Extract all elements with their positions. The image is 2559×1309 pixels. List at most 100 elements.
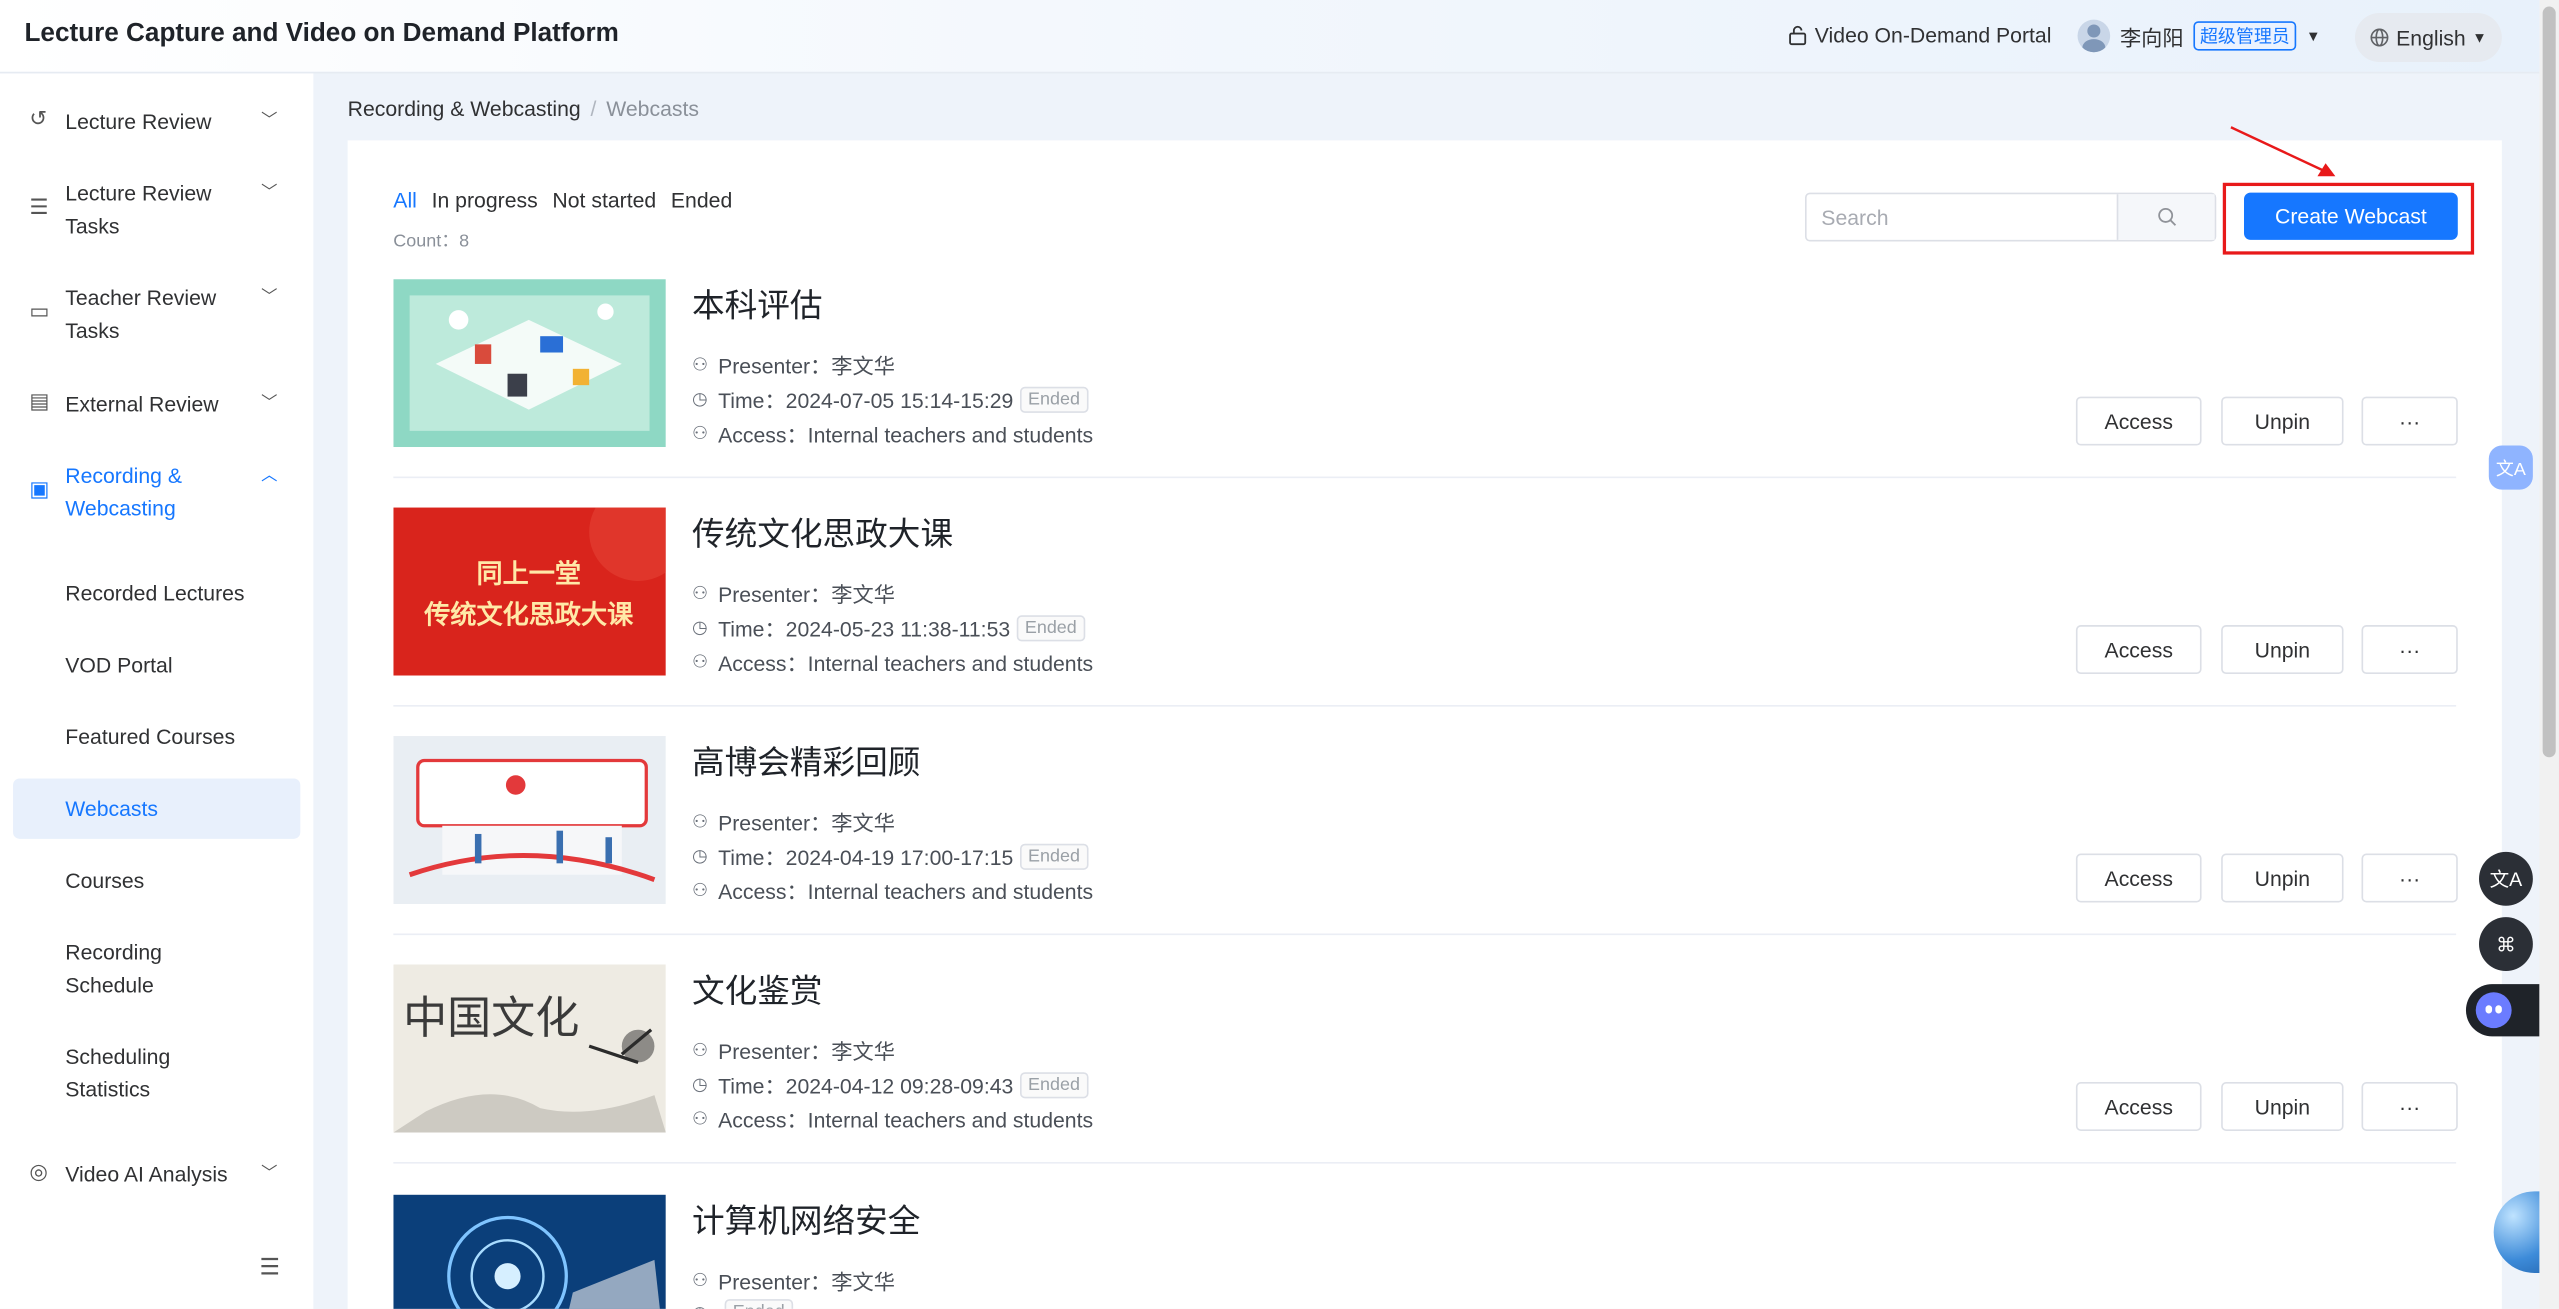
user-icon: ⚇ bbox=[691, 881, 709, 901]
camera-icon: ▣ bbox=[29, 476, 50, 502]
sidebar-item-external-review[interactable]: ▤ External Review ﹀ bbox=[0, 388, 313, 421]
webcast-access: ⚇ Access：Internal teachers and students bbox=[692, 1103, 1093, 1134]
task-list-icon: ☰ bbox=[29, 194, 49, 219]
more-button[interactable]: ··· bbox=[2361, 1082, 2458, 1131]
user-icon: ⚇ bbox=[691, 424, 709, 444]
sidebar-sub-label: Featured Courses bbox=[65, 724, 236, 750]
sidebar-sub-recorded-lectures[interactable]: Recorded Lectures bbox=[13, 563, 300, 623]
access-button[interactable]: Access bbox=[2075, 1082, 2202, 1131]
time-text: Time：2024-05-23 11:38-11:53 bbox=[718, 616, 1011, 642]
more-button[interactable]: ··· bbox=[2361, 396, 2458, 446]
breadcrumb-current: Webcasts bbox=[606, 96, 700, 121]
translate-tool-icon[interactable]: 文A bbox=[2479, 851, 2533, 906]
chevron-down-icon: ﹀ bbox=[261, 1165, 278, 1184]
sidebar-sub-vod-portal[interactable]: VOD Portal bbox=[13, 635, 300, 695]
webcast-presenter: ⚇ Presenter：李文华 bbox=[692, 1265, 895, 1296]
filter-in-progress[interactable]: In progress bbox=[432, 188, 538, 212]
apps-grid-icon[interactable]: ⌘ bbox=[2479, 917, 2533, 972]
webcast-item: 计算机网络安全 ⚇ Presenter：李文华 ◷ Ended bbox=[393, 1194, 2456, 1309]
annotation-arrow-icon bbox=[2230, 126, 2336, 177]
sidebar-sub-featured-courses[interactable]: Featured Courses bbox=[13, 707, 300, 767]
webcast-thumbnail[interactable] bbox=[393, 736, 666, 905]
time-text: Time：2024-07-05 15:14-15:29 bbox=[718, 388, 1014, 413]
lock-icon bbox=[1789, 25, 1807, 46]
status-badge: Ended bbox=[724, 1299, 793, 1309]
status-badge: Ended bbox=[1019, 842, 1089, 870]
webcast-presenter: ⚇ Presenter：李文华 bbox=[692, 349, 895, 380]
more-button[interactable]: ··· bbox=[2361, 625, 2458, 675]
status-badge: Ended bbox=[1016, 614, 1085, 641]
access-button[interactable]: Access bbox=[2075, 625, 2202, 675]
webcast-title[interactable]: 文化鉴赏 bbox=[692, 965, 823, 1012]
search-button[interactable] bbox=[2117, 194, 2215, 240]
sidebar-item-recording-webcasting[interactable]: ▣ Recording & Webcasting ︿ bbox=[0, 460, 313, 525]
filter-all[interactable]: All bbox=[393, 188, 417, 212]
sidebar: ↺ Lecture Review ﹀ ☰ Lecture Review Task… bbox=[0, 73, 314, 1309]
sidebar-item-video-ai-analysis[interactable]: ◎ Video AI Analysis ﹀ bbox=[0, 1159, 313, 1192]
bot-face-icon bbox=[2475, 992, 2512, 1029]
portal-label: Video On-Demand Portal bbox=[1814, 22, 2052, 48]
webcast-time: ◷ Time：2024-04-12 09:28-09:43 Ended bbox=[691, 1069, 1089, 1100]
unpin-button[interactable]: Unpin bbox=[2221, 853, 2344, 903]
access-text: Access：Internal teachers and students bbox=[718, 422, 1094, 448]
webcast-thumbnail[interactable] bbox=[393, 279, 666, 448]
sidebar-sub-webcasts[interactable]: Webcasts bbox=[13, 778, 301, 839]
unpin-button[interactable]: Unpin bbox=[2221, 625, 2344, 675]
webcast-time: ◷ Time：2024-07-05 15:14-15:29 Ended bbox=[691, 384, 1089, 415]
sidebar-item-lecture-review-tasks[interactable]: ☰ Lecture Review Tasks ﹀ bbox=[0, 178, 313, 243]
sidebar-item-label: Video AI Analysis bbox=[65, 1161, 228, 1187]
sidebar-sub-recording-schedule[interactable]: Recording Schedule bbox=[13, 937, 300, 1009]
user-menu[interactable]: 李向阳 超级管理员 ▼ bbox=[2077, 19, 2321, 53]
thumbnail-banner-line2: 传统文化思政大课 bbox=[423, 599, 634, 630]
collapse-sidebar-icon[interactable]: ☰ bbox=[259, 1253, 280, 1281]
access-button[interactable]: Access bbox=[2075, 853, 2202, 903]
sidebar-item-teacher-review-tasks[interactable]: ▭ Teacher Review Tasks ﹀ bbox=[0, 282, 313, 347]
sidebar-item-label: Lecture Review bbox=[65, 109, 212, 134]
webcast-thumbnail[interactable]: 同上一堂 传统文化思政大课 bbox=[393, 507, 666, 676]
presenter-text: Presenter：李文华 bbox=[718, 1039, 895, 1065]
ai-icon: ◎ bbox=[29, 1158, 48, 1184]
vod-portal-link[interactable]: Video On-Demand Portal bbox=[1787, 23, 2051, 47]
chevron-down-icon: ﹀ bbox=[261, 112, 278, 131]
avatar bbox=[2077, 19, 2111, 53]
presenter-text: Presenter：李文华 bbox=[718, 582, 895, 608]
clock-icon: ◷ bbox=[691, 1075, 708, 1096]
webcast-presenter: ⚇ Presenter：李文华 bbox=[692, 578, 895, 609]
webcast-title[interactable]: 传统文化思政大课 bbox=[692, 508, 953, 555]
sidebar-sub-scheduling-statistics[interactable]: Scheduling Statistics bbox=[13, 1041, 300, 1113]
sidebar-item-label: Lecture Review Tasks bbox=[65, 181, 212, 239]
webcast-title[interactable]: 计算机网络安全 bbox=[692, 1195, 920, 1242]
webcast-access: ⚇ Access：Internal teachers and students bbox=[692, 646, 1093, 677]
webcast-title[interactable]: 高博会精彩回顾 bbox=[692, 736, 920, 783]
clock-icon: ◷ bbox=[692, 1302, 712, 1309]
sidebar-sub-courses[interactable]: Courses bbox=[13, 850, 300, 910]
time-text: Time：2024-04-19 17:00-17:15 bbox=[718, 845, 1014, 870]
filter-ended[interactable]: Ended bbox=[671, 188, 732, 212]
breadcrumb-separator: / bbox=[590, 96, 597, 121]
search-input[interactable] bbox=[1806, 194, 2118, 240]
webcast-thumbnail[interactable]: 中国文化 bbox=[393, 964, 666, 1133]
translate-icon[interactable]: 文A bbox=[2488, 445, 2533, 490]
access-button[interactable]: Access bbox=[2075, 396, 2202, 446]
clock-icon: ◷ bbox=[691, 390, 708, 410]
breadcrumb-parent[interactable]: Recording & Webcasting bbox=[348, 96, 581, 120]
scrollbar-thumb[interactable] bbox=[2542, 6, 2556, 758]
webcast-thumbnail[interactable] bbox=[393, 1194, 666, 1309]
clock-icon: ◷ bbox=[691, 618, 708, 639]
page-scrollbar[interactable] bbox=[2539, 0, 2559, 1309]
sidebar-item-lecture-review[interactable]: ↺ Lecture Review ﹀ bbox=[0, 106, 313, 139]
unpin-button[interactable]: Unpin bbox=[2221, 1082, 2344, 1131]
divider bbox=[393, 476, 2457, 479]
sidebar-item-label: Teacher Review Tasks bbox=[65, 285, 217, 343]
language-switcher[interactable]: English ▼ bbox=[2354, 13, 2502, 63]
status-filter-tabs: All In progress Not started Ended bbox=[393, 188, 732, 212]
unpin-button[interactable]: Unpin bbox=[2221, 396, 2344, 446]
sidebar-sub-label: Courses bbox=[65, 868, 145, 893]
clock-icon: ◷ bbox=[691, 847, 708, 867]
filter-not-started[interactable]: Not started bbox=[552, 188, 656, 212]
top-header: Lecture Capture and Video on Demand Plat… bbox=[0, 0, 2540, 74]
more-button[interactable]: ··· bbox=[2361, 853, 2458, 903]
ai-assistant-icon[interactable] bbox=[2465, 984, 2540, 1037]
webcast-title[interactable]: 本科评估 bbox=[692, 279, 823, 326]
webcast-time: ◷ Ended bbox=[692, 1299, 793, 1309]
